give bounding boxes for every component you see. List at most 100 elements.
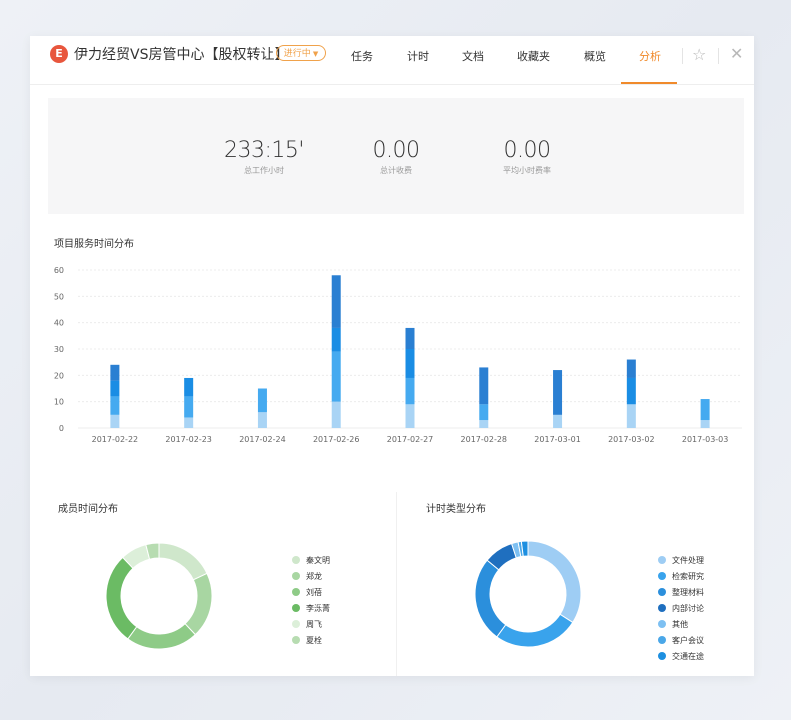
y-tick-label: 50	[54, 292, 64, 301]
legend-swatch	[658, 556, 666, 564]
x-tick-label: 2017-03-03	[682, 435, 729, 444]
tab-analysis[interactable]: 分析	[639, 48, 661, 64]
donut-slice	[527, 540, 582, 624]
active-tab-indicator	[621, 82, 677, 84]
x-tick-label: 2017-02-26	[313, 435, 360, 444]
legend-item[interactable]: 周飞	[292, 619, 322, 630]
bar-segment	[331, 327, 341, 352]
legend-swatch	[658, 652, 666, 660]
bar-segment	[479, 367, 489, 405]
x-tick-label: 2017-02-24	[239, 435, 286, 444]
legend-item[interactable]: 交通在途	[658, 651, 704, 662]
bar-segment	[257, 412, 267, 428]
bar-segment	[553, 414, 563, 428]
time-type-donut-chart	[474, 540, 582, 648]
bar-segment	[331, 275, 341, 328]
total-fee-label: 总计收费	[380, 166, 412, 175]
donut-slice	[158, 542, 208, 581]
star-icon[interactable]: ☆	[692, 45, 706, 64]
total-hours-value: 233:15'	[224, 138, 304, 163]
bar-segment	[700, 420, 710, 428]
legend-item[interactable]: 郑龙	[292, 571, 322, 582]
y-tick-label: 30	[54, 345, 64, 354]
legend-label: 检索研究	[672, 572, 704, 581]
legend-swatch	[658, 620, 666, 628]
bar-segment	[257, 388, 267, 413]
y-tick-label: 0	[59, 424, 64, 433]
legend-item[interactable]: 刘蓓	[292, 587, 322, 598]
x-tick-label: 2017-03-01	[534, 435, 581, 444]
tab-favorites[interactable]: 收藏夹	[517, 48, 550, 64]
legend-label: 整理材料	[672, 588, 704, 597]
donut-slice	[105, 556, 138, 640]
bar-segment	[184, 377, 194, 397]
y-tick-label: 20	[54, 371, 64, 380]
y-tick-label: 60	[54, 266, 64, 275]
divider	[396, 492, 397, 676]
bar-segment	[479, 420, 489, 428]
total-hours-stat: 233:15' 总工作小时	[204, 138, 324, 176]
donut-slice	[184, 572, 213, 636]
legend-label: 其他	[672, 620, 688, 629]
y-tick-label: 10	[54, 398, 64, 407]
project-title: 伊力经贸VS房管中心【股权转让】	[74, 47, 289, 63]
legend-label: 内部讨论	[672, 604, 704, 613]
bar-segment	[110, 364, 120, 381]
total-fee-value: 0.00	[372, 138, 420, 163]
bar-segment	[700, 399, 710, 421]
member-time-donut-chart	[105, 542, 213, 650]
legend-item[interactable]: 内部讨论	[658, 603, 704, 614]
legend-item[interactable]: 其他	[658, 619, 688, 630]
close-icon[interactable]: ✕	[730, 44, 743, 63]
legend-label: 刘蓓	[306, 588, 322, 597]
legend-swatch	[292, 636, 300, 644]
avg-rate-stat: 0.00 平均小时费率	[467, 138, 587, 176]
x-tick-label: 2017-02-27	[387, 435, 434, 444]
legend-item[interactable]: 文件处理	[658, 555, 704, 566]
project-logo-icon: E	[50, 45, 68, 63]
tab-timer[interactable]: 计时	[407, 48, 429, 64]
legend-swatch	[292, 620, 300, 628]
divider	[682, 48, 683, 64]
bar-segment	[626, 404, 636, 428]
legend-item[interactable]: 整理材料	[658, 587, 704, 598]
bar-segment	[184, 417, 194, 428]
legend-swatch	[658, 604, 666, 612]
legend-swatch	[292, 588, 300, 596]
legend-swatch	[658, 588, 666, 596]
bar-segment	[405, 404, 415, 428]
legend-item[interactable]: 夏栓	[292, 635, 322, 646]
bar-segment	[405, 349, 415, 378]
tab-tasks[interactable]: 任务	[351, 48, 373, 64]
legend-swatch	[292, 604, 300, 612]
bar-segment	[479, 404, 489, 421]
project-header: E 伊力经贸VS房管中心【股权转让】 进行中 ▼ 任务 计时 文档 收藏夹 概览 …	[30, 36, 754, 85]
legend-label: 夏栓	[306, 636, 322, 645]
total-fee-stat: 0.00 总计收费	[336, 138, 456, 176]
legend-item[interactable]: 秦文明	[292, 555, 330, 566]
legend-label: 李泺菁	[306, 604, 330, 613]
analysis-panel: E 伊力经贸VS房管中心【股权转让】 进行中 ▼ 任务 计时 文档 收藏夹 概览 …	[30, 36, 754, 676]
donut-slice	[474, 559, 507, 638]
status-label: 进行中	[283, 49, 311, 59]
bar-segment	[553, 370, 563, 415]
legend-item[interactable]: 检索研究	[658, 571, 704, 582]
bar-segment	[184, 396, 194, 418]
y-tick-label: 40	[54, 319, 64, 328]
tab-documents[interactable]: 文档	[462, 48, 484, 64]
avg-rate-label: 平均小时费率	[503, 166, 551, 175]
legend-swatch	[658, 636, 666, 644]
bar-segment	[405, 327, 415, 349]
status-dropdown[interactable]: 进行中 ▼	[276, 45, 326, 61]
bar-segment	[110, 396, 120, 415]
legend-swatch	[292, 556, 300, 564]
total-hours-label: 总工作小时	[244, 166, 284, 175]
bar-segment	[405, 377, 415, 405]
tab-overview[interactable]: 概览	[584, 48, 606, 64]
summary-panel: 233:15' 总工作小时 0.00 总计收费 0.00 平均小时费率	[48, 98, 744, 214]
legend-item[interactable]: 客户会议	[658, 635, 704, 646]
legend-item[interactable]: 李泺菁	[292, 603, 330, 614]
donut-slice	[496, 613, 574, 648]
service-time-bar-chart: 0 10 20 30 40 50 60 2017-02-22 2017-02-23 2017-02…	[54, 266, 742, 444]
legend-label: 交通在途	[672, 652, 704, 661]
